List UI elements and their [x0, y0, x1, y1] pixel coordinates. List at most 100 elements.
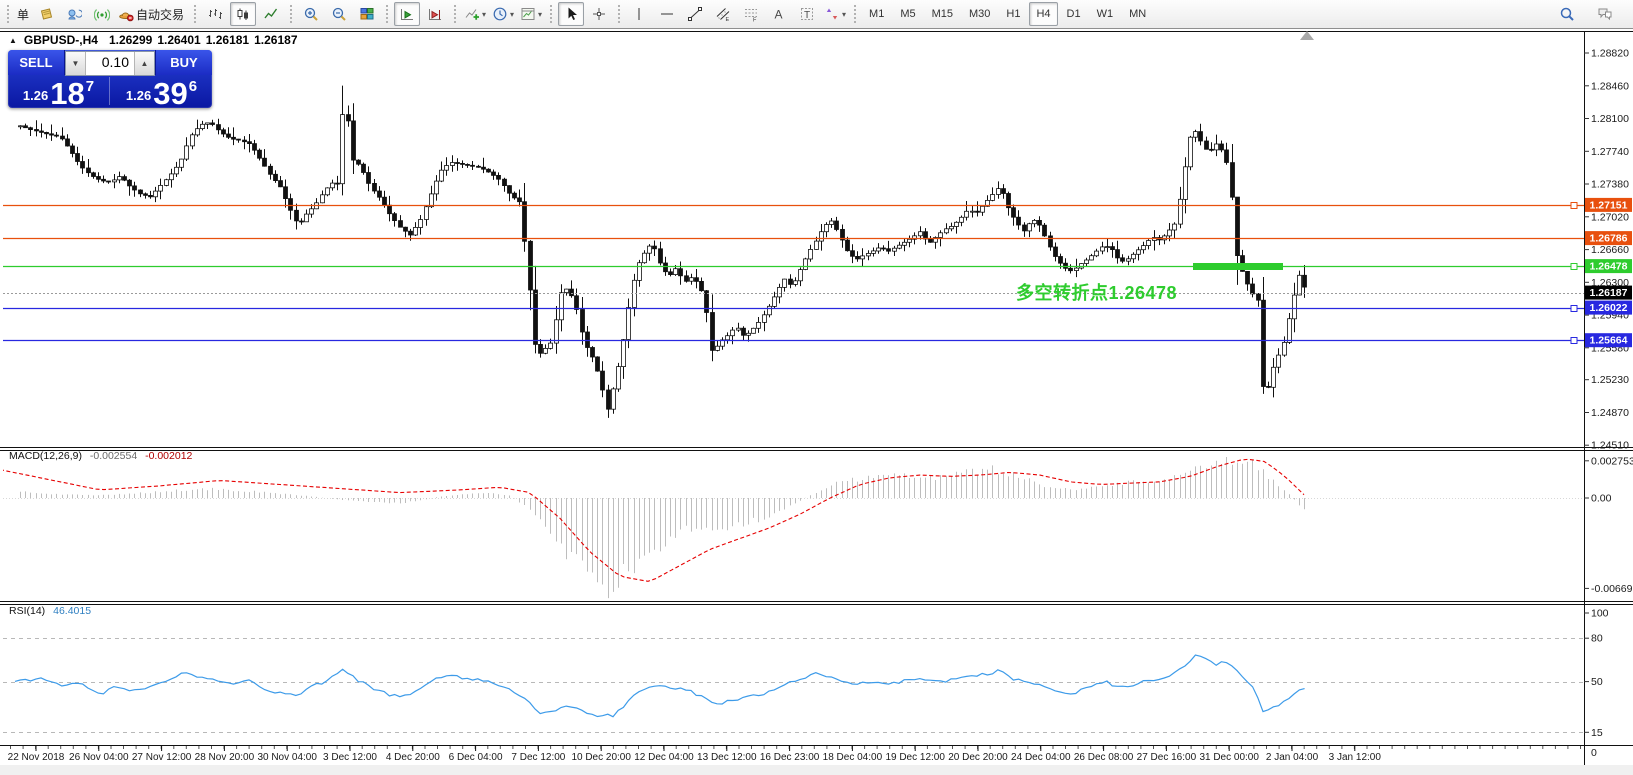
market-watch-button[interactable] — [61, 2, 87, 26]
hline-icon — [659, 6, 675, 22]
svg-text:1.27151: 1.27151 — [1590, 199, 1628, 211]
volume-decrease-icon[interactable]: ▼ — [66, 52, 86, 75]
line-selection-handle[interactable] — [1571, 306, 1577, 312]
rsi-indicator-label: RSI(14) 46.4015 — [9, 605, 91, 617]
time-tick-label: 20 Dec 20:00 — [948, 752, 1008, 763]
horizontal-line-button[interactable] — [654, 2, 680, 26]
toolbar-grip — [194, 5, 196, 23]
time-tick-label: 3 Jan 12:00 — [1329, 752, 1382, 763]
timeframe-h4[interactable]: H4 — [1029, 2, 1057, 26]
chart-window-button[interactable] — [33, 2, 59, 26]
vline-icon — [631, 6, 647, 22]
chevron-down-icon: ▾ — [482, 10, 486, 19]
crosshair-button[interactable] — [586, 2, 612, 26]
trendline-button[interactable] — [682, 2, 708, 26]
macd-indicator-label: MACD(12,26,9) -0.002554 -0.002012 — [9, 450, 192, 462]
time-tick-label: 10 Dec 20:00 — [571, 752, 631, 763]
community-chat-button[interactable] — [1592, 2, 1618, 26]
channel-icon: E — [715, 6, 731, 22]
price-tick-label: 1.28100 — [1591, 113, 1629, 125]
arrows-button[interactable]: ▾ — [822, 2, 848, 26]
rsi-tick-label: 80 — [1591, 633, 1603, 645]
toolbar-right-icons — [1553, 2, 1619, 26]
hat-icon — [118, 6, 134, 22]
price-tick-label: 1.28460 — [1591, 80, 1629, 92]
auto-trading-button[interactable]: 自动交易 — [117, 2, 188, 26]
timeframe-m15[interactable]: M15 — [925, 2, 960, 26]
periods-button[interactable]: ▾ — [490, 2, 516, 26]
timeframe-group: M1M5M15M30H1H4D1W1MN — [861, 2, 1154, 26]
chevron-down-icon: ▾ — [842, 10, 846, 19]
volume-input[interactable]: 0.10 — [86, 52, 134, 75]
bid-big-digits: 18 — [50, 80, 84, 107]
timeframe-m5[interactable]: M5 — [893, 2, 922, 26]
equidistant-channel-button[interactable]: E — [710, 2, 736, 26]
auto-scroll-button[interactable] — [394, 2, 420, 26]
indicators-button[interactable]: ▾ — [462, 2, 488, 26]
thick-level-segment[interactable] — [1193, 263, 1283, 270]
price-tick-label: 1.24510 — [1591, 440, 1629, 452]
svg-text:1.25664: 1.25664 — [1590, 335, 1628, 347]
cursor-icon — [563, 6, 579, 22]
chat-icon — [1597, 6, 1613, 22]
note-icon — [38, 6, 54, 22]
line-selection-handle[interactable] — [1571, 203, 1577, 209]
linechart-icon — [263, 6, 279, 22]
text-label-button[interactable]: T — [794, 2, 820, 26]
zoomin-icon — [303, 6, 319, 22]
timeframe-h1[interactable]: H1 — [999, 2, 1027, 26]
vertical-line-button[interactable] — [626, 2, 652, 26]
svg-text:1.26478: 1.26478 — [1590, 261, 1628, 273]
rsi-tick-label: 15 — [1591, 727, 1603, 739]
search-button[interactable] — [1554, 2, 1580, 26]
line-selection-handle[interactable] — [1571, 264, 1577, 270]
collapse-panel-icon[interactable]: ▲ — [9, 36, 17, 45]
rsi-value: 46.4015 — [53, 605, 91, 617]
time-tick-label: 12 Dec 04:00 — [634, 752, 694, 763]
rsi-title: RSI(14) — [9, 605, 45, 617]
main-toolbar: 单自动交易▾▾▾EFAT▾M1M5M15M30H1H4D1W1MN — [0, 0, 1633, 29]
fibonacci-button[interactable]: F — [738, 2, 764, 26]
signals-button[interactable] — [89, 2, 115, 26]
timeframe-m1[interactable]: M1 — [862, 2, 891, 26]
bars-icon — [207, 6, 223, 22]
chart-shift-button[interactable] — [422, 2, 448, 26]
timeframe-m30[interactable]: M30 — [962, 2, 997, 26]
timeframe-d1[interactable]: D1 — [1060, 2, 1088, 26]
bar-chart-button[interactable] — [202, 2, 228, 26]
timeframe-w1[interactable]: W1 — [1090, 2, 1121, 26]
text-button[interactable]: A — [766, 2, 792, 26]
trendline-icon — [687, 6, 703, 22]
labelT-icon: T — [799, 6, 815, 22]
rsi-tick-label: 50 — [1591, 676, 1603, 688]
ask-prefix: 1.26 — [126, 88, 151, 103]
signal-icon — [94, 6, 110, 22]
line-selection-handle[interactable] — [1571, 338, 1577, 344]
templates-button[interactable]: ▾ — [518, 2, 544, 26]
panel-divider — [109, 77, 110, 105]
sell-button[interactable]: SELL — [8, 50, 65, 75]
terminal-window: 单自动交易▾▾▾EFAT▾M1M5M15M30H1H4D1W1MN 1.2882… — [0, 0, 1633, 775]
time-tick-label: 2 Jan 04:00 — [1266, 752, 1319, 763]
tile-windows-button[interactable] — [354, 2, 380, 26]
cursor-button[interactable] — [558, 2, 584, 26]
buy-button[interactable]: BUY — [155, 50, 212, 75]
svg-text:1.26187: 1.26187 — [1590, 287, 1628, 299]
time-tick-label: 30 Nov 04:00 — [257, 752, 317, 763]
macd-title: MACD(12,26,9) — [9, 450, 82, 462]
macd-main-value: -0.002554 — [90, 450, 137, 462]
new-order-button[interactable]: 单 — [14, 3, 32, 25]
textA-icon: A — [771, 6, 787, 22]
high-value: 1.26401 — [157, 33, 200, 47]
macd-tick-label: -0.006699 — [1591, 583, 1633, 595]
timeframe-mn[interactable]: MN — [1122, 2, 1153, 26]
low-value: 1.26181 — [206, 33, 249, 47]
price-tick-label: 1.27740 — [1591, 146, 1629, 158]
price-chart[interactable]: 1.288201.284601.281001.277401.273801.270… — [0, 0, 1633, 775]
candlestick-chart-button[interactable] — [230, 2, 256, 26]
line-chart-button[interactable] — [258, 2, 284, 26]
candle-icon — [235, 6, 251, 22]
volume-increase-icon[interactable]: ▲ — [134, 52, 154, 75]
zoom-out-button[interactable] — [326, 2, 352, 26]
zoom-in-button[interactable] — [298, 2, 324, 26]
